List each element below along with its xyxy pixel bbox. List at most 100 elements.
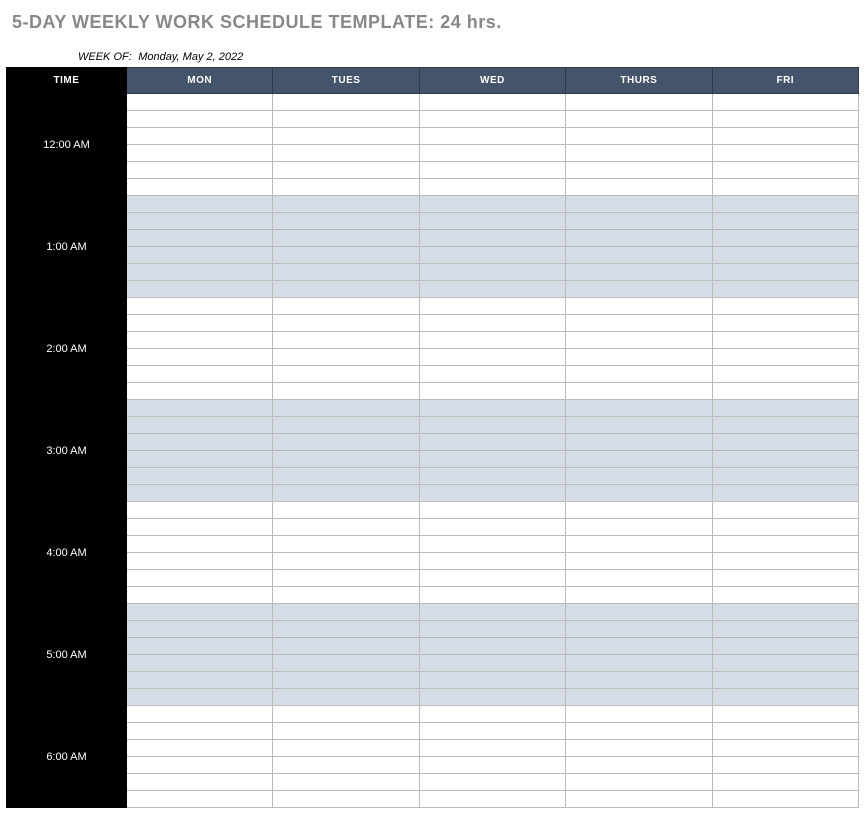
schedule-cell[interactable] bbox=[712, 332, 858, 349]
schedule-cell[interactable] bbox=[419, 485, 565, 502]
schedule-cell[interactable] bbox=[273, 740, 419, 757]
schedule-cell[interactable] bbox=[273, 298, 419, 315]
schedule-cell[interactable] bbox=[712, 468, 858, 485]
schedule-cell[interactable] bbox=[273, 145, 419, 162]
schedule-cell[interactable] bbox=[273, 519, 419, 536]
schedule-cell[interactable] bbox=[419, 315, 565, 332]
schedule-cell[interactable] bbox=[419, 723, 565, 740]
schedule-cell[interactable] bbox=[712, 536, 858, 553]
schedule-cell[interactable] bbox=[712, 434, 858, 451]
schedule-cell[interactable] bbox=[419, 604, 565, 621]
schedule-cell[interactable] bbox=[273, 111, 419, 128]
schedule-cell[interactable] bbox=[127, 468, 273, 485]
schedule-cell[interactable] bbox=[712, 570, 858, 587]
schedule-cell[interactable] bbox=[127, 604, 273, 621]
schedule-cell[interactable] bbox=[419, 774, 565, 791]
schedule-cell[interactable] bbox=[127, 740, 273, 757]
schedule-cell[interactable] bbox=[273, 587, 419, 604]
schedule-cell[interactable] bbox=[127, 281, 273, 298]
schedule-cell[interactable] bbox=[419, 264, 565, 281]
schedule-cell[interactable] bbox=[712, 604, 858, 621]
schedule-cell[interactable] bbox=[273, 774, 419, 791]
schedule-cell[interactable] bbox=[273, 434, 419, 451]
schedule-cell[interactable] bbox=[273, 332, 419, 349]
schedule-cell[interactable] bbox=[419, 621, 565, 638]
schedule-cell[interactable] bbox=[273, 315, 419, 332]
schedule-cell[interactable] bbox=[127, 570, 273, 587]
schedule-cell[interactable] bbox=[712, 281, 858, 298]
schedule-cell[interactable] bbox=[273, 621, 419, 638]
schedule-cell[interactable] bbox=[566, 94, 712, 111]
schedule-cell[interactable] bbox=[566, 281, 712, 298]
schedule-cell[interactable] bbox=[127, 519, 273, 536]
schedule-cell[interactable] bbox=[127, 791, 273, 808]
schedule-cell[interactable] bbox=[419, 230, 565, 247]
schedule-cell[interactable] bbox=[566, 553, 712, 570]
schedule-cell[interactable] bbox=[419, 672, 565, 689]
schedule-cell[interactable] bbox=[273, 689, 419, 706]
schedule-cell[interactable] bbox=[566, 706, 712, 723]
schedule-cell[interactable] bbox=[127, 383, 273, 400]
schedule-cell[interactable] bbox=[273, 468, 419, 485]
schedule-cell[interactable] bbox=[566, 196, 712, 213]
schedule-cell[interactable] bbox=[566, 604, 712, 621]
schedule-cell[interactable] bbox=[419, 689, 565, 706]
schedule-cell[interactable] bbox=[273, 247, 419, 264]
schedule-cell[interactable] bbox=[419, 655, 565, 672]
schedule-cell[interactable] bbox=[566, 247, 712, 264]
schedule-cell[interactable] bbox=[127, 621, 273, 638]
schedule-cell[interactable] bbox=[712, 94, 858, 111]
schedule-cell[interactable] bbox=[712, 502, 858, 519]
schedule-cell[interactable] bbox=[566, 723, 712, 740]
schedule-cell[interactable] bbox=[273, 553, 419, 570]
schedule-cell[interactable] bbox=[419, 706, 565, 723]
schedule-cell[interactable] bbox=[419, 400, 565, 417]
schedule-cell[interactable] bbox=[419, 468, 565, 485]
schedule-cell[interactable] bbox=[127, 298, 273, 315]
schedule-cell[interactable] bbox=[273, 791, 419, 808]
schedule-cell[interactable] bbox=[127, 349, 273, 366]
schedule-cell[interactable] bbox=[127, 451, 273, 468]
schedule-cell[interactable] bbox=[566, 638, 712, 655]
schedule-cell[interactable] bbox=[127, 264, 273, 281]
schedule-cell[interactable] bbox=[566, 672, 712, 689]
schedule-cell[interactable] bbox=[566, 128, 712, 145]
schedule-cell[interactable] bbox=[127, 400, 273, 417]
schedule-cell[interactable] bbox=[127, 553, 273, 570]
schedule-cell[interactable] bbox=[712, 400, 858, 417]
schedule-cell[interactable] bbox=[566, 400, 712, 417]
schedule-cell[interactable] bbox=[127, 706, 273, 723]
schedule-cell[interactable] bbox=[127, 536, 273, 553]
schedule-cell[interactable] bbox=[712, 264, 858, 281]
schedule-cell[interactable] bbox=[566, 757, 712, 774]
schedule-cell[interactable] bbox=[127, 230, 273, 247]
schedule-cell[interactable] bbox=[273, 672, 419, 689]
schedule-cell[interactable] bbox=[419, 757, 565, 774]
schedule-cell[interactable] bbox=[566, 162, 712, 179]
schedule-cell[interactable] bbox=[712, 485, 858, 502]
schedule-cell[interactable] bbox=[712, 213, 858, 230]
schedule-cell[interactable] bbox=[566, 536, 712, 553]
schedule-cell[interactable] bbox=[127, 332, 273, 349]
schedule-cell[interactable] bbox=[273, 128, 419, 145]
schedule-cell[interactable] bbox=[419, 162, 565, 179]
schedule-cell[interactable] bbox=[419, 451, 565, 468]
schedule-cell[interactable] bbox=[712, 179, 858, 196]
schedule-cell[interactable] bbox=[273, 723, 419, 740]
schedule-cell[interactable] bbox=[712, 145, 858, 162]
schedule-cell[interactable] bbox=[127, 213, 273, 230]
schedule-cell[interactable] bbox=[273, 383, 419, 400]
schedule-cell[interactable] bbox=[127, 638, 273, 655]
schedule-cell[interactable] bbox=[566, 179, 712, 196]
schedule-cell[interactable] bbox=[419, 791, 565, 808]
schedule-cell[interactable] bbox=[273, 230, 419, 247]
schedule-cell[interactable] bbox=[712, 638, 858, 655]
schedule-cell[interactable] bbox=[273, 485, 419, 502]
schedule-cell[interactable] bbox=[273, 604, 419, 621]
schedule-cell[interactable] bbox=[712, 111, 858, 128]
schedule-cell[interactable] bbox=[566, 519, 712, 536]
schedule-cell[interactable] bbox=[273, 638, 419, 655]
schedule-cell[interactable] bbox=[712, 723, 858, 740]
schedule-cell[interactable] bbox=[419, 570, 565, 587]
schedule-cell[interactable] bbox=[273, 349, 419, 366]
